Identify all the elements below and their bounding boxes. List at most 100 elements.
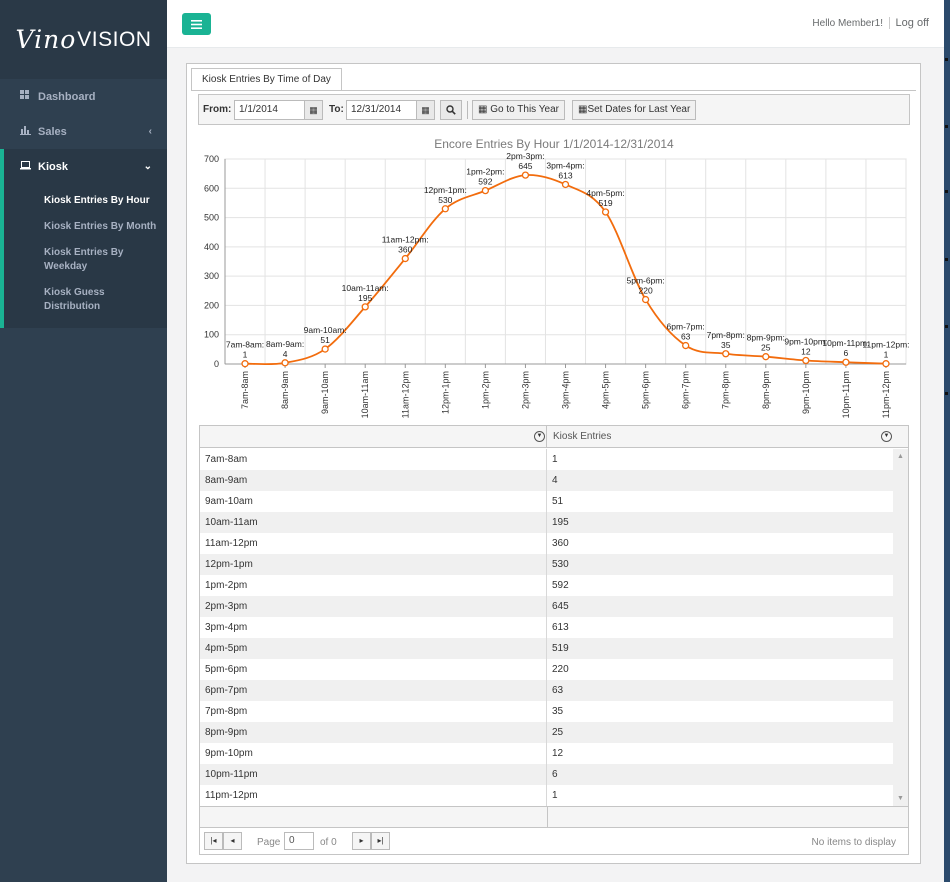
cell-entries: 1 xyxy=(552,454,558,465)
sidebar-item-label: Sales xyxy=(38,125,67,138)
table-row[interactable]: 8pm-9pm 25 xyxy=(200,722,893,743)
prev-page-button[interactable]: ◂ xyxy=(223,832,242,850)
grid-icon xyxy=(20,90,32,103)
data-label: 4 xyxy=(283,349,288,359)
data-label: 8am-9am: xyxy=(266,339,304,349)
table-row[interactable]: 7am-8am 1 xyxy=(200,449,893,470)
cell-hour: 8am-9am xyxy=(200,470,547,491)
data-label: 12pm-1pm: xyxy=(424,185,467,195)
submenu-item-guess-distribution[interactable]: Kiosk Guess Distribution xyxy=(4,280,167,320)
scroll-down-icon[interactable]: ▼ xyxy=(897,795,904,802)
y-tick-label: 0 xyxy=(214,359,219,369)
cell-hour: 8pm-9pm xyxy=(200,722,547,743)
table-row[interactable]: 9am-10am 51 xyxy=(200,491,893,512)
data-label: 25 xyxy=(761,343,771,353)
cell-entries: 592 xyxy=(552,580,569,591)
to-date-input[interactable]: 12/31/2014 xyxy=(346,100,417,120)
column-header-entries[interactable]: Kiosk Entries ▼ xyxy=(547,426,893,448)
table-row[interactable]: 10pm-11pm 6 xyxy=(200,764,893,785)
y-tick-label: 600 xyxy=(204,183,219,193)
menu-toggle-button[interactable] xyxy=(182,13,211,35)
user-greeting: Hello Member1! xyxy=(812,18,883,29)
report-panel: Kiosk Entries By Time of Day From: 1/1/2… xyxy=(186,63,921,864)
set-last-year-button[interactable]: ▦Set Dates for Last Year xyxy=(572,100,697,120)
x-tick-label: 9am-10am xyxy=(320,371,330,414)
main-content: Hello Member1! Log off Kiosk Entries By … xyxy=(167,0,944,882)
data-point xyxy=(481,186,490,195)
data-point xyxy=(321,345,329,353)
table-row[interactable]: 8am-9am 4 xyxy=(200,470,893,491)
logoff-link[interactable]: Log off xyxy=(888,17,929,29)
window-edge xyxy=(944,0,950,882)
cell-hour: 11pm-12pm xyxy=(200,785,547,806)
kiosk-submenu: Kiosk Entries By Hour Kiosk Entries By M… xyxy=(4,184,167,328)
table-row[interactable]: 2pm-3pm 645 xyxy=(200,596,893,617)
table-row[interactable]: 9pm-10pm 12 xyxy=(200,743,893,764)
chart-title: Encore Entries By Hour 1/1/2014-12/31/20… xyxy=(434,137,674,151)
submenu-item-entries-by-weekday[interactable]: Kiosk Entries By Weekday xyxy=(4,240,167,280)
data-label: 530 xyxy=(438,195,452,205)
from-date-input[interactable]: 1/1/2014 xyxy=(234,100,305,120)
grid-body: 7am-8am 1 8am-9am 4 9am-10am 51 10am-11am 195 11… xyxy=(200,449,893,806)
first-page-button[interactable]: |◂ xyxy=(204,832,223,850)
tab-divider xyxy=(191,90,916,91)
cell-entries: 4 xyxy=(552,475,558,486)
data-label: 4pm-5pm: xyxy=(586,188,624,198)
data-label: 2pm-3pm: xyxy=(506,151,544,161)
data-point xyxy=(682,341,690,350)
data-label: 6pm-7pm: xyxy=(667,322,705,332)
calendar-icon: ▦ xyxy=(478,104,488,115)
grid-pager: |◂ ◂ Page 0 of 0 ▸ ▸| No items to displa… xyxy=(200,828,908,854)
data-label: 1 xyxy=(243,350,248,360)
table-row[interactable]: 3pm-4pm 613 xyxy=(200,617,893,638)
column-header-hour[interactable]: ▼ xyxy=(200,426,547,448)
sidebar-item-sales[interactable]: Sales ‹ xyxy=(0,114,167,149)
sidebar: Vino VISION Dashboard Sales ‹ Kiosk ⌄ Kio… xyxy=(0,0,167,882)
tab-entries-by-time[interactable]: Kiosk Entries By Time of Day xyxy=(191,68,342,91)
sidebar-item-kiosk[interactable]: Kiosk ⌄ xyxy=(4,149,167,184)
top-navbar: Hello Member1! Log off xyxy=(167,0,944,48)
filter-icon[interactable]: ▼ xyxy=(881,431,892,442)
data-label: 1 xyxy=(884,350,889,360)
page-input[interactable]: 0 xyxy=(284,832,314,850)
filter-icon[interactable]: ▼ xyxy=(534,431,545,442)
table-row[interactable]: 4pm-5pm 519 xyxy=(200,638,893,659)
table-row[interactable]: 11am-12pm 360 xyxy=(200,533,893,554)
search-button[interactable] xyxy=(440,100,462,120)
table-row[interactable]: 5pm-6pm 220 xyxy=(200,659,893,680)
cell-hour: 5pm-6pm xyxy=(200,659,547,680)
from-calendar-button[interactable]: ▦ xyxy=(304,100,323,120)
data-label: 1pm-2pm: xyxy=(466,167,504,177)
data-label: 3pm-4pm: xyxy=(546,160,584,170)
data-point xyxy=(722,350,730,358)
last-page-button[interactable]: ▸| xyxy=(371,832,390,850)
table-row[interactable]: 1pm-2pm 592 xyxy=(200,575,893,596)
data-label: 360 xyxy=(398,245,412,255)
x-tick-label: 11am-12pm xyxy=(400,371,410,418)
to-calendar-button[interactable]: ▦ xyxy=(416,100,435,120)
next-page-button[interactable]: ▸ xyxy=(352,832,371,850)
brand-logo[interactable]: Vino VISION xyxy=(0,0,167,79)
grid-scrollbar[interactable]: ▲ ▼ xyxy=(893,449,908,806)
table-row[interactable]: 6pm-7pm 63 xyxy=(200,680,893,701)
table-row[interactable]: 10am-11am 195 xyxy=(200,512,893,533)
y-tick-label: 100 xyxy=(204,330,219,340)
table-row[interactable]: 11pm-12pm 1 xyxy=(200,785,893,806)
submenu-item-entries-by-month[interactable]: Kiosk Entries By Month xyxy=(4,214,167,240)
submenu-item-entries-by-hour[interactable]: Kiosk Entries By Hour xyxy=(4,188,167,214)
y-tick-label: 200 xyxy=(204,300,219,310)
y-tick-label: 400 xyxy=(204,242,219,252)
cell-entries: 613 xyxy=(552,622,569,633)
cell-entries: 1 xyxy=(552,790,558,801)
chevron-left-icon: ‹ xyxy=(148,126,152,137)
sidebar-item-dashboard[interactable]: Dashboard xyxy=(0,79,167,114)
cell-hour: 10am-11am xyxy=(200,512,547,533)
data-label: 220 xyxy=(639,286,653,296)
data-label: 6 xyxy=(844,348,849,358)
data-point xyxy=(441,205,449,213)
go-to-this-year-button[interactable]: ▦ Go to This Year xyxy=(472,100,565,120)
table-row[interactable]: 7pm-8pm 35 xyxy=(200,701,893,722)
scroll-up-icon[interactable]: ▲ xyxy=(897,453,904,460)
table-row[interactable]: 12pm-1pm 530 xyxy=(200,554,893,575)
data-label: 63 xyxy=(681,332,691,342)
